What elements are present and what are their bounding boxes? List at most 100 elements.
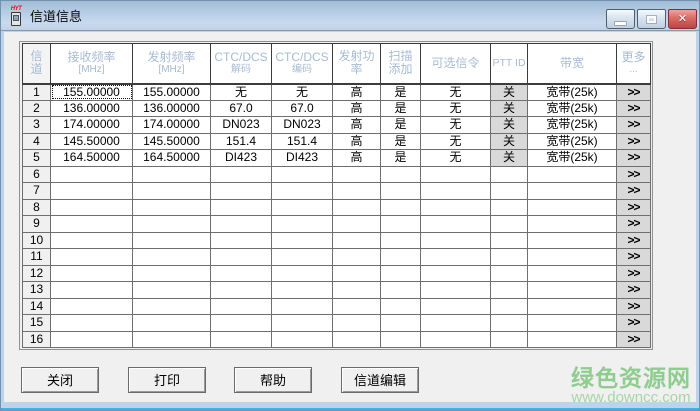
cell-ch[interactable]: 14: [22, 297, 51, 315]
minimize-button[interactable]: [606, 9, 635, 29]
cell-rx[interactable]: 174.00000: [50, 116, 133, 134]
cell-dec[interactable]: [210, 297, 272, 315]
cell-bw[interactable]: 宽带(25k): [527, 149, 617, 167]
cell-power[interactable]: [332, 182, 381, 200]
cell-bw[interactable]: 宽带(25k): [527, 116, 617, 134]
cell-ptt[interactable]: 关: [490, 116, 528, 134]
cell-scan[interactable]: [380, 231, 421, 249]
cell-more[interactable]: >>: [616, 215, 651, 233]
cell-ptt[interactable]: [490, 314, 528, 332]
cell-ch[interactable]: 12: [22, 264, 51, 282]
cell-ptt[interactable]: [490, 264, 528, 282]
cell-enc[interactable]: [271, 182, 333, 200]
cell-dec[interactable]: [210, 198, 272, 216]
cell-rx[interactable]: [50, 314, 133, 332]
cell-rx[interactable]: [50, 297, 133, 315]
cell-rx[interactable]: [50, 330, 133, 348]
cell-bw[interactable]: [527, 165, 617, 183]
channel-edit-button[interactable]: 信道编辑: [341, 367, 419, 393]
cell-tx[interactable]: [132, 248, 211, 266]
cell-sig[interactable]: [420, 165, 491, 183]
cell-tx[interactable]: [132, 198, 211, 216]
cell-ptt[interactable]: [490, 248, 528, 266]
cell-ch[interactable]: 4: [22, 132, 51, 150]
cell-scan[interactable]: [380, 248, 421, 266]
cell-enc[interactable]: 无: [271, 83, 333, 101]
cell-power[interactable]: [332, 231, 381, 249]
cell-enc[interactable]: [271, 330, 333, 348]
cell-power[interactable]: [332, 264, 381, 282]
cell-scan[interactable]: [380, 314, 421, 332]
cell-power[interactable]: 高: [332, 132, 381, 150]
cell-sig[interactable]: [420, 231, 491, 249]
cell-dec[interactable]: [210, 314, 272, 332]
cell-rx[interactable]: 164.50000: [50, 149, 133, 167]
cell-scan[interactable]: [380, 330, 421, 348]
cell-tx[interactable]: 174.00000: [132, 116, 211, 134]
cell-more[interactable]: >>: [616, 231, 651, 249]
cell-ptt[interactable]: 关: [490, 99, 528, 117]
cell-sig[interactable]: 无: [420, 83, 491, 101]
cell-rx[interactable]: [50, 215, 133, 233]
close-button[interactable]: ✕: [668, 9, 697, 29]
cell-rx[interactable]: 136.00000: [50, 99, 133, 117]
cell-dec[interactable]: [210, 231, 272, 249]
cell-more[interactable]: >>: [616, 182, 651, 200]
cell-scan[interactable]: 是: [380, 149, 421, 167]
cell-tx[interactable]: 145.50000: [132, 132, 211, 150]
cell-bw[interactable]: [527, 281, 617, 299]
cell-sig[interactable]: [420, 297, 491, 315]
cell-power[interactable]: 高: [332, 83, 381, 101]
cell-ch[interactable]: 2: [22, 99, 51, 117]
cell-more[interactable]: >>: [616, 330, 651, 348]
cell-sig[interactable]: [420, 248, 491, 266]
cell-more[interactable]: >>: [616, 198, 651, 216]
cell-scan[interactable]: 是: [380, 116, 421, 134]
cell-dec[interactable]: 无: [210, 83, 272, 101]
cell-scan[interactable]: [380, 215, 421, 233]
cell-power[interactable]: [332, 248, 381, 266]
cell-dec[interactable]: 151.4: [210, 132, 272, 150]
cell-rx[interactable]: [50, 281, 133, 299]
maximize-button[interactable]: [637, 9, 666, 29]
cell-ptt[interactable]: [490, 231, 528, 249]
cell-sig[interactable]: [420, 264, 491, 282]
cell-enc[interactable]: [271, 314, 333, 332]
cell-ch[interactable]: 3: [22, 116, 51, 134]
cell-ptt[interactable]: [490, 182, 528, 200]
cell-tx[interactable]: [132, 281, 211, 299]
cell-sig[interactable]: [420, 182, 491, 200]
cell-enc[interactable]: [271, 248, 333, 266]
cell-ch[interactable]: 7: [22, 182, 51, 200]
cell-ch[interactable]: 5: [22, 149, 51, 167]
cell-dec[interactable]: [210, 330, 272, 348]
cell-ch[interactable]: 1: [22, 83, 51, 101]
cell-sig[interactable]: [420, 314, 491, 332]
cell-bw[interactable]: 宽带(25k): [527, 83, 617, 101]
cell-bw[interactable]: 宽带(25k): [527, 132, 617, 150]
cell-tx[interactable]: [132, 165, 211, 183]
cell-more[interactable]: >>: [616, 116, 651, 134]
cell-ptt[interactable]: 关: [490, 83, 528, 101]
cell-ptt[interactable]: [490, 297, 528, 315]
cell-ch[interactable]: 8: [22, 198, 51, 216]
cell-ch[interactable]: 13: [22, 281, 51, 299]
cell-sig[interactable]: 无: [420, 132, 491, 150]
cell-rx[interactable]: [50, 165, 133, 183]
cell-ptt[interactable]: 关: [490, 132, 528, 150]
cell-bw[interactable]: 宽带(25k): [527, 99, 617, 117]
cell-scan[interactable]: 是: [380, 83, 421, 101]
cell-scan[interactable]: [380, 198, 421, 216]
cell-scan[interactable]: 是: [380, 132, 421, 150]
cell-rx[interactable]: 145.50000: [50, 132, 133, 150]
cell-ch[interactable]: 6: [22, 165, 51, 183]
cell-enc[interactable]: [271, 231, 333, 249]
cell-tx[interactable]: [132, 215, 211, 233]
cell-ch[interactable]: 11: [22, 248, 51, 266]
cell-enc[interactable]: [271, 281, 333, 299]
cell-tx[interactable]: [132, 264, 211, 282]
cell-more[interactable]: >>: [616, 314, 651, 332]
cell-dec[interactable]: [210, 165, 272, 183]
cell-ptt[interactable]: [490, 330, 528, 348]
cell-tx[interactable]: [132, 297, 211, 315]
